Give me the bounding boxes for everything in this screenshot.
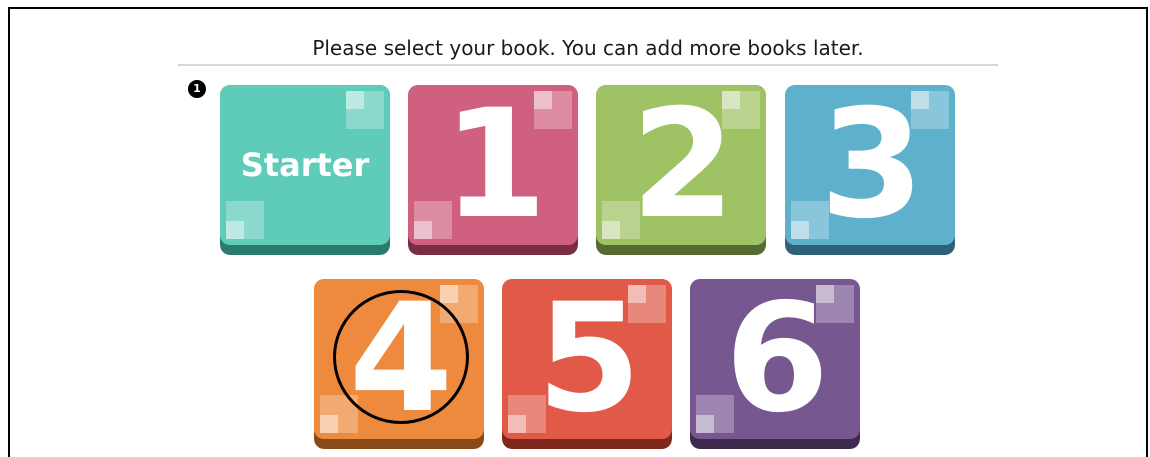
book-tile-1[interactable]: 1 [408, 85, 578, 255]
divider [178, 64, 998, 66]
book-label: 1 [442, 85, 547, 245]
tile-face: 4 [314, 279, 484, 439]
book-tile-starter[interactable]: Starter [220, 85, 390, 255]
book-tile-6[interactable]: 6 [690, 279, 860, 449]
tile-face: Starter [220, 85, 390, 245]
book-tile-3[interactable]: 3 [785, 85, 955, 255]
step-badge: 1 [188, 80, 206, 98]
book-label: 6 [724, 279, 829, 439]
book-tile-5[interactable]: 5 [502, 279, 672, 449]
book-label: 3 [819, 85, 924, 245]
book-label: 2 [630, 85, 735, 245]
instruction-text: Please select your book. You can add mor… [312, 36, 864, 60]
tile-face: 6 [690, 279, 860, 439]
tile-face: 5 [502, 279, 672, 439]
tile-face: 1 [408, 85, 578, 245]
book-label: 4 [348, 279, 453, 439]
book-label: Starter [240, 146, 370, 184]
book-label: 5 [536, 279, 641, 439]
book-tile-2[interactable]: 2 [596, 85, 766, 255]
tile-face: 2 [596, 85, 766, 245]
book-tile-4[interactable]: 4 [314, 279, 484, 449]
tile-face: 3 [785, 85, 955, 245]
